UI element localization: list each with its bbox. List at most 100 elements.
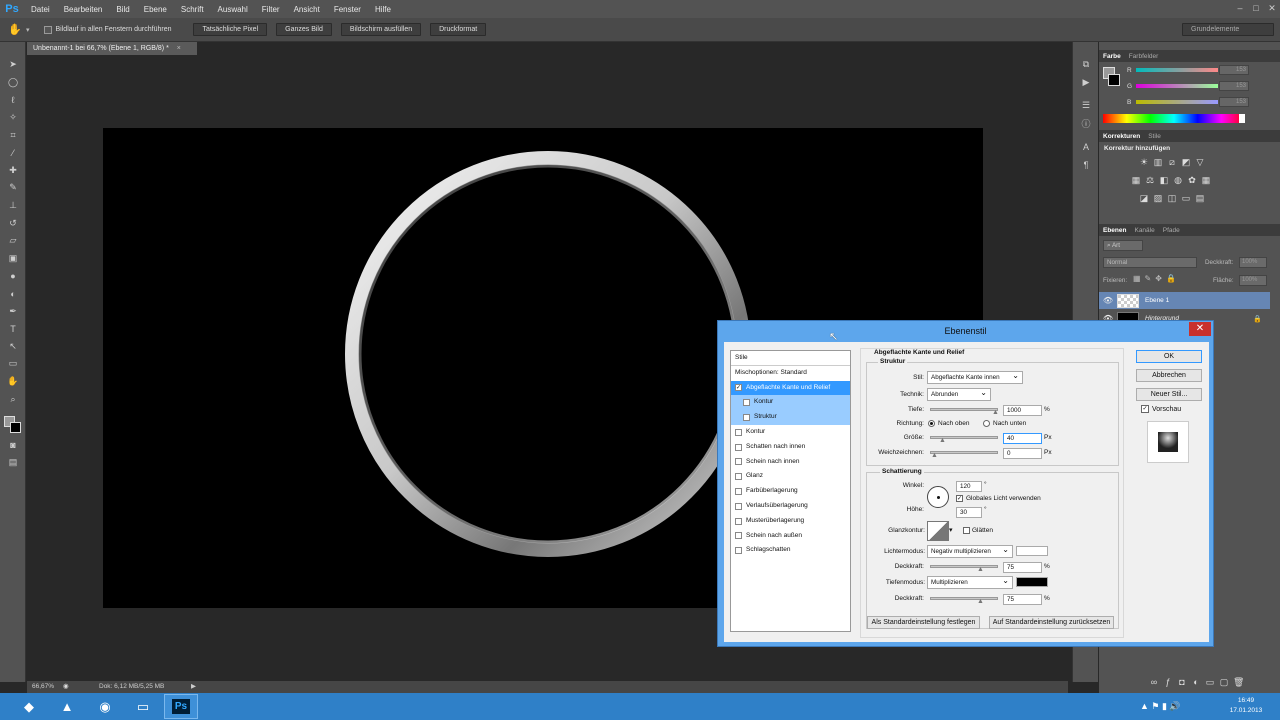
blend-mode-select[interactable]: Normal xyxy=(1103,257,1197,268)
posterize-icon[interactable]: ▨ xyxy=(1153,193,1163,203)
styles-header[interactable]: Stile xyxy=(731,351,850,366)
menu-ebene[interactable]: Ebene xyxy=(137,5,174,14)
color-lookup-icon[interactable]: ▦ xyxy=(1201,175,1211,185)
hue-sat-icon[interactable]: ▦ xyxy=(1131,175,1141,185)
gloss-contour-dropdown-icon[interactable]: ▾ xyxy=(949,526,953,534)
minimize-icon[interactable]: – xyxy=(1232,0,1248,16)
link-icon[interactable]: ∞ xyxy=(1149,677,1159,687)
menu-fenster[interactable]: Fenster xyxy=(327,5,368,14)
tool-preset-chevron-icon[interactable]: ▾ xyxy=(26,26,30,34)
direction-up-label[interactable]: Nach oben xyxy=(938,420,969,427)
satin-checkbox[interactable] xyxy=(735,473,742,481)
channel-r-slider[interactable] xyxy=(1136,68,1218,72)
document-tab[interactable]: Unbenannt-1 bei 66,7% (Ebene 1, RGB/8) *… xyxy=(27,42,197,55)
group-icon[interactable]: ▭ xyxy=(1205,677,1215,687)
tab-kanaele[interactable]: Kanäle xyxy=(1134,227,1154,234)
style-item-inner-shadow[interactable]: Schatten nach innen xyxy=(731,440,850,455)
screen-mode-icon[interactable]: ▤ xyxy=(0,453,26,471)
preview-label[interactable]: Vorschau xyxy=(1152,406,1181,413)
direction-up-radio[interactable] xyxy=(928,420,935,427)
ok-button[interactable]: OK xyxy=(1136,350,1202,363)
style-item-outer-glow[interactable]: Schein nach außen xyxy=(731,529,850,544)
pen-tool-icon[interactable]: ✒ xyxy=(0,302,26,320)
global-light-label[interactable]: Globales Licht verwenden xyxy=(966,495,1041,502)
shadow-mode-select[interactable]: Multiplizieren xyxy=(927,575,1013,589)
zoom-tool-icon[interactable]: ⌕ xyxy=(0,390,26,408)
preview-checkbox[interactable]: ✓ xyxy=(1141,405,1149,413)
tab-ebenen[interactable]: Ebenen xyxy=(1103,227,1126,234)
spectrum-white[interactable] xyxy=(1239,114,1245,123)
info-panel-icon[interactable]: ⓘ xyxy=(1073,115,1099,133)
close-tab-icon[interactable]: × xyxy=(177,45,181,52)
curves-icon[interactable]: ⧄ xyxy=(1167,157,1177,167)
lasso-tool-icon[interactable]: ℓ xyxy=(0,91,26,109)
channel-mixer-icon[interactable]: ✿ xyxy=(1187,175,1197,185)
reset-default-button[interactable]: Auf Standardeinstellung zurücksetzen xyxy=(989,616,1114,629)
close-icon[interactable]: ✕ xyxy=(1264,0,1280,16)
tab-stile[interactable]: Stile xyxy=(1148,133,1161,140)
threshold-icon[interactable]: ◫ xyxy=(1167,193,1177,203)
color-spectrum-ramp[interactable] xyxy=(1103,114,1245,123)
quick-select-tool-icon[interactable]: ✧ xyxy=(0,109,26,127)
global-light-checkbox[interactable]: ✓ xyxy=(956,495,963,502)
style-item-pattern-overlay[interactable]: Musterüberlagerung xyxy=(731,514,850,529)
antialias-label[interactable]: Glätten xyxy=(972,527,993,534)
layer-name[interactable]: Ebene 1 xyxy=(1145,297,1169,304)
tab-farbfelder[interactable]: Farbfelder xyxy=(1129,53,1159,60)
channel-r-value[interactable]: 153 xyxy=(1219,65,1249,75)
stamp-tool-icon[interactable]: ⊥ xyxy=(0,197,26,215)
selective-color-icon[interactable]: ▤ xyxy=(1195,193,1205,203)
highlight-mode-select[interactable]: Negativ multiplizieren xyxy=(927,544,1013,558)
taskbar-app-icon[interactable]: ▲ xyxy=(50,694,84,719)
highlight-opacity-thumb-icon[interactable]: ▲ xyxy=(977,566,984,573)
color-bg-swatch[interactable] xyxy=(1108,74,1120,86)
menu-auswahl[interactable]: Auswahl xyxy=(211,5,255,14)
technique-select[interactable]: Abrunden xyxy=(927,387,991,401)
vibrance-icon[interactable]: ▽ xyxy=(1195,157,1205,167)
outer-glow-checkbox[interactable] xyxy=(735,532,742,540)
angle-input[interactable]: 120 xyxy=(956,481,982,492)
scroll-all-checkbox[interactable] xyxy=(43,25,52,34)
tab-korrekturen[interactable]: Korrekturen xyxy=(1103,133,1140,140)
new-style-button[interactable]: Neuer Stil... xyxy=(1136,388,1202,401)
highlight-color-swatch[interactable] xyxy=(1016,546,1048,556)
style-item-satin[interactable]: Glanz xyxy=(731,469,850,484)
inner-glow-checkbox[interactable] xyxy=(735,458,742,466)
dodge-tool-icon[interactable]: ◐ xyxy=(0,285,26,303)
channel-b-value[interactable]: 153 xyxy=(1219,97,1249,107)
shadow-opacity-slider[interactable] xyxy=(930,597,998,600)
style-item-stroke[interactable]: Kontur xyxy=(731,425,850,440)
direction-down-radio[interactable] xyxy=(983,420,990,427)
gradient-overlay-checkbox[interactable] xyxy=(735,502,742,510)
menu-ansicht[interactable]: Ansicht xyxy=(287,5,327,14)
texture-checkbox[interactable] xyxy=(743,414,750,422)
tray-icons[interactable]: ▲ ⚑ ▮ 🔊 xyxy=(1140,701,1181,712)
gloss-contour-preview[interactable] xyxy=(927,521,949,541)
style-item-gradient-overlay[interactable]: Verlaufsüberlagerung xyxy=(731,499,850,514)
exposure-icon[interactable]: ◩ xyxy=(1181,157,1191,167)
depth-input[interactable]: 1000 xyxy=(1003,405,1042,416)
drop-shadow-checkbox[interactable] xyxy=(735,547,742,555)
print-size-button[interactable]: Druckformat xyxy=(430,23,487,36)
background-color-swatch[interactable] xyxy=(10,421,21,433)
invert-icon[interactable]: ◪ xyxy=(1139,193,1149,203)
eraser-tool-icon[interactable]: ▱ xyxy=(0,232,26,250)
mask-icon[interactable]: ◘ xyxy=(1177,677,1187,687)
style-item-contour-sub[interactable]: Kontur xyxy=(731,395,850,411)
start-button-icon[interactable]: ◆ xyxy=(12,694,46,719)
explorer-folder-icon[interactable]: ▭ xyxy=(126,694,160,719)
path-select-tool-icon[interactable]: ↖ xyxy=(0,338,26,356)
photoshop-taskbar-button[interactable]: Ps xyxy=(164,694,198,719)
quick-mask-icon[interactable]: ◙ xyxy=(0,436,26,454)
fill-input[interactable]: 100% xyxy=(1239,275,1267,286)
altitude-input[interactable]: 30 xyxy=(956,507,982,518)
adjustment-layer-icon[interactable]: ◐ xyxy=(1191,677,1201,687)
visibility-eye-icon[interactable]: 👁 xyxy=(1099,296,1117,305)
status-info-icon[interactable]: ◉ xyxy=(63,681,69,693)
actions-panel-icon[interactable]: ▶ xyxy=(1073,74,1099,92)
levels-icon[interactable]: ▥ xyxy=(1153,157,1163,167)
style-item-texture-sub[interactable]: Struktur xyxy=(731,410,850,425)
brightness-icon[interactable]: ☀ xyxy=(1139,157,1149,167)
channel-g-value[interactable]: 153 xyxy=(1219,81,1249,91)
layer-filter-select[interactable]: ⌕ Art xyxy=(1103,240,1143,251)
